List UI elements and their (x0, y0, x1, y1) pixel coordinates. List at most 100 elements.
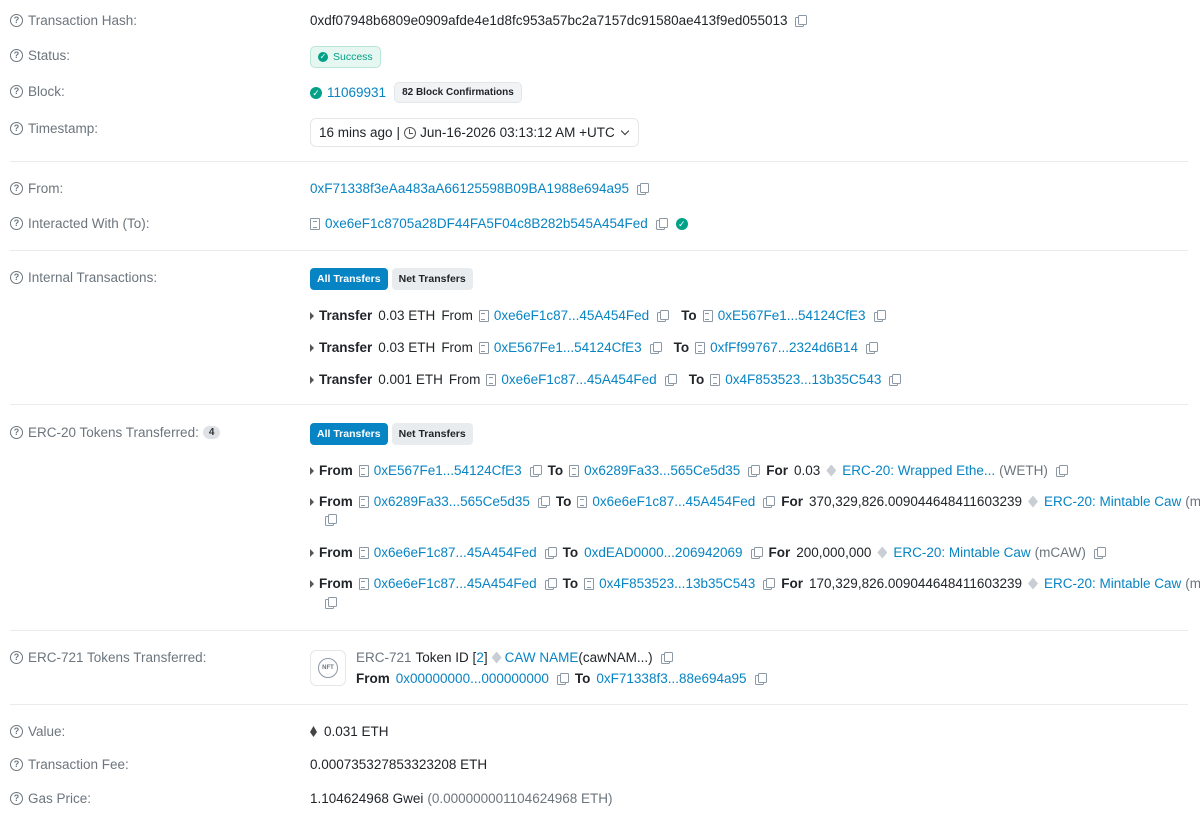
erc20-amount: 370,329,826.009044648411603239 (809, 494, 1022, 509)
erc721-label-wrap: ? ERC-721 Tokens Transferred: (10, 650, 206, 665)
erc20-amount: 200,000,000 (796, 545, 872, 560)
transaction-details-panel: ? Transaction Hash: 0xdf07948b6809e0909af… (0, 0, 1200, 822)
caret-right-icon[interactable] (310, 497, 314, 506)
net-transfers-button[interactable]: Net Transfers (391, 423, 473, 445)
question-circle-icon[interactable]: ? (10, 14, 23, 27)
internal-tx-label-wrap: ? Internal Transactions: (10, 270, 157, 285)
internal-transfer-row: Transfer 0.03 ETH From 0xe6eF1c87...45A4… (310, 308, 886, 323)
copy-icon[interactable] (325, 597, 337, 609)
erc20-to-link[interactable]: 0x4F853523...13b35C543 (599, 576, 755, 591)
internal-transfer-row: Transfer 0.03 ETH From 0xE567Fe1...54124… (310, 340, 879, 355)
copy-icon[interactable] (750, 546, 763, 559)
erc20-token-link[interactable]: ERC-20: Mintable Caw (893, 545, 1030, 560)
copy-icon[interactable] (763, 577, 776, 590)
net-transfers-button[interactable]: Net Transfers (391, 268, 473, 290)
timestamp-toggle[interactable]: 16 mins ago | Jun-16-2026 03:13:12 AM +U… (310, 118, 639, 147)
all-transfers-button[interactable]: All Transfers (310, 268, 388, 290)
transfer-from-link[interactable]: 0xE567Fe1...54124CfE3 (494, 340, 642, 355)
erc721-from-link[interactable]: 0x00000000...000000000 (396, 671, 549, 686)
copy-icon[interactable] (664, 373, 677, 386)
caret-right-icon[interactable] (310, 466, 314, 475)
question-circle-icon[interactable]: ? (10, 217, 23, 230)
status-label-wrap: ? Status: (10, 48, 70, 63)
question-circle-icon[interactable]: ? (10, 49, 23, 62)
erc20-token-link[interactable]: ERC-20: Mintable Caw (1044, 494, 1181, 509)
question-circle-icon[interactable]: ? (10, 122, 23, 135)
caret-right-icon[interactable] (310, 548, 314, 557)
copy-icon[interactable] (1055, 464, 1068, 477)
copy-icon[interactable] (637, 182, 650, 195)
token-icon (877, 546, 888, 559)
transfer-to-link[interactable]: 0xfFf99767...2324d6B14 (710, 340, 858, 355)
erc20-from-link[interactable]: 0x6e6eF1c87...45A454Fed (374, 576, 537, 591)
question-circle-icon[interactable]: ? (10, 271, 23, 284)
erc20-from-link[interactable]: 0x6289Fa33...565Ce5d35 (374, 494, 530, 509)
timestamp-label: Timestamp: (28, 121, 99, 136)
to-keyword: To (681, 308, 697, 323)
erc20-to-link[interactable]: 0x6289Fa33...565Ce5d35 (584, 463, 740, 478)
copy-icon[interactable] (655, 217, 668, 230)
copy-icon[interactable] (660, 651, 673, 664)
caret-right-icon[interactable] (310, 311, 314, 320)
transfer-to-link[interactable]: 0x4F853523...13b35C543 (725, 372, 881, 387)
copy-icon[interactable] (544, 546, 557, 559)
erc20-token-link[interactable]: ERC-20: Wrapped Ethe... (842, 463, 995, 478)
caret-right-icon[interactable] (310, 375, 314, 384)
copy-icon[interactable] (873, 309, 886, 322)
from-keyword: From (448, 372, 481, 387)
erc20-to-link[interactable]: 0x6e6eF1c87...45A454Fed (592, 494, 755, 509)
to-keyword: To (547, 463, 564, 478)
transfer-from-link[interactable]: 0xe6eF1c87...45A454Fed (494, 308, 649, 323)
from-keyword: From (356, 671, 390, 686)
erc721-label: ERC-721 Tokens Transferred: (28, 650, 207, 665)
erc721-to-link[interactable]: 0xF71338f3...88e694a95 (596, 671, 746, 686)
to-address-link[interactable]: 0xe6eF1c8705a28DF44FA5F04c8B282b545A454F… (325, 216, 648, 231)
status-value-wrap: ✓ Success (310, 46, 381, 68)
erc20-token-link[interactable]: ERC-20: Mintable Caw (1044, 576, 1181, 591)
copy-icon[interactable] (748, 464, 761, 477)
copy-icon[interactable] (544, 577, 557, 590)
erc721-standard: ERC-721 (356, 650, 412, 665)
erc20-from-link[interactable]: 0x6e6eF1c87...45A454Fed (374, 545, 537, 560)
tx-hash-label-wrap: ? Transaction Hash: (10, 13, 137, 28)
copy-icon[interactable] (556, 672, 569, 685)
from-address-link[interactable]: 0xF71338f3eAa483aA66125598B09BA1988e694a… (310, 181, 629, 196)
transfer-to-link[interactable]: 0xE567Fe1...54124CfE3 (718, 308, 866, 323)
copy-icon[interactable] (795, 14, 808, 27)
copy-icon[interactable] (889, 373, 902, 386)
for-keyword: For (781, 494, 804, 509)
copy-icon[interactable] (529, 464, 542, 477)
question-circle-icon[interactable]: ? (10, 85, 23, 98)
copy-icon[interactable] (866, 341, 879, 354)
erc721-token-name-link[interactable]: CAW NAME (505, 650, 579, 665)
copy-icon[interactable] (325, 514, 337, 526)
question-circle-icon[interactable]: ? (10, 651, 23, 664)
caret-right-icon[interactable] (310, 343, 314, 352)
copy-icon[interactable] (1093, 546, 1106, 559)
question-circle-icon[interactable]: ? (10, 182, 23, 195)
erc20-transfer-row: From 0x6289Fa33...565Ce5d35 To 0x6e6eF1c… (310, 494, 1200, 509)
copy-icon[interactable] (649, 341, 662, 354)
nft-thumbnail[interactable]: NFT (310, 650, 346, 686)
transfer-keyword: Transfer (319, 372, 373, 387)
question-circle-icon[interactable]: ? (10, 792, 23, 805)
question-circle-icon[interactable]: ? (10, 725, 23, 738)
erc20-to-link[interactable]: 0xdEAD0000...206942069 (584, 545, 742, 560)
question-circle-icon[interactable]: ? (10, 758, 23, 771)
transfer-from-link[interactable]: 0xe6eF1c87...45A454Fed (501, 372, 656, 387)
token-id-link[interactable]: 2 (476, 650, 484, 665)
erc20-transfer-row: From 0x6e6eF1c87...45A454Fed To 0x4F8535… (310, 576, 1200, 591)
copy-icon[interactable] (754, 672, 767, 685)
erc20-from-link[interactable]: 0xE567Fe1...54124CfE3 (374, 463, 522, 478)
transfer-keyword: Transfer (319, 308, 373, 323)
to-keyword: To (555, 494, 572, 509)
caret-right-icon[interactable] (310, 579, 314, 588)
erc721-token-symbol: (cawNAM...) (578, 650, 653, 665)
copy-icon[interactable] (537, 495, 550, 508)
from-keyword: From (441, 308, 473, 323)
all-transfers-button[interactable]: All Transfers (310, 423, 388, 445)
copy-icon[interactable] (763, 495, 776, 508)
copy-icon[interactable] (657, 309, 670, 322)
block-number-link[interactable]: 11069931 (327, 85, 386, 100)
question-circle-icon[interactable]: ? (10, 426, 23, 439)
